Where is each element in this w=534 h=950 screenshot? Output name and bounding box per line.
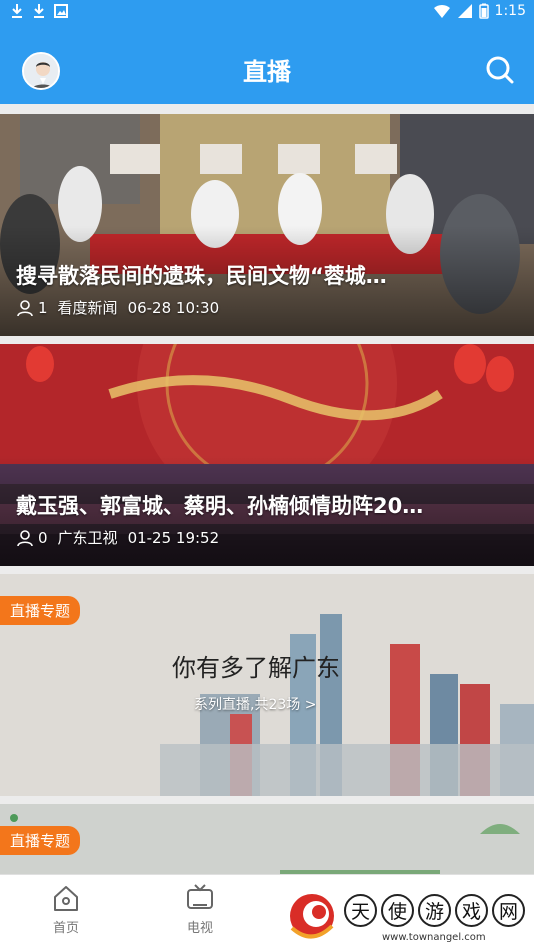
card-source: 看度新闻 — [57, 299, 118, 317]
watermark-url: www.townangel.com — [382, 932, 486, 943]
status-time: 1:15 — [494, 3, 526, 19]
status-bar: 1:15 — [0, 0, 534, 24]
topic-subtitle[interactable]: 系列直播,共23场 > — [194, 694, 316, 714]
card-source: 广东卫视 — [57, 529, 118, 547]
card-meta: 0 广东卫视 01-25 19:52 — [16, 527, 219, 548]
card-title: 搜寻散落民间的遗珠，民间文物“蓉城… — [16, 264, 387, 288]
view-count-value: 1 — [38, 298, 48, 317]
download-icon — [34, 4, 44, 18]
card-meta: 1 看度新闻 06-28 10:30 — [16, 297, 219, 318]
topic-card[interactable]: 直播专题 — [0, 804, 534, 874]
notification-icons — [10, 3, 68, 19]
live-card[interactable]: 搜寻散落民间的遗珠，民间文物“蓉城… 1 看度新闻 06-28 10:30 — [0, 114, 534, 336]
download-icon — [12, 4, 22, 18]
card-title: 戴玉强、郭富城、蔡明、孙楠倾情助阵20… — [16, 494, 424, 518]
topic-banner-image — [0, 804, 534, 874]
watermark-chars: 天 使 游 戏 网 — [344, 894, 525, 927]
view-count-value: 0 — [38, 528, 48, 547]
watermark-char: 戏 — [455, 894, 488, 927]
home-icon — [54, 886, 78, 911]
card-time: 01-25 19:52 — [127, 528, 220, 547]
view-count: 1 — [16, 299, 48, 317]
card-time: 06-28 10:30 — [127, 298, 220, 317]
system-icons: 1:15 — [433, 3, 526, 19]
page-title: 直播 — [243, 58, 291, 86]
signal-icon — [457, 4, 472, 18]
tv-icon — [187, 884, 213, 909]
app-bar: 直播 — [0, 24, 534, 104]
battery-icon — [478, 3, 489, 19]
watermark-logo-icon — [290, 894, 334, 939]
photo-icon — [54, 4, 68, 18]
topic-tag: 直播专题 — [0, 826, 81, 855]
watermark-char: 网 — [492, 894, 525, 927]
watermark-char: 游 — [418, 894, 451, 927]
live-card[interactable]: 戴玉强、郭富城、蔡明、孙楠倾情助阵20… 0 广东卫视 01-25 19:52 — [0, 344, 534, 566]
user-icon — [17, 529, 33, 546]
live-feed: 搜寻散落民间的遗珠，民间文物“蓉城… 1 看度新闻 06-28 10:30 戴玉… — [0, 104, 534, 874]
search-icon[interactable] — [484, 54, 516, 86]
topic-tag: 直播专题 — [0, 596, 81, 625]
nav-item-home[interactable]: 首页 — [31, 883, 101, 936]
nav-label: 首页 — [52, 921, 79, 936]
watermark-char: 使 — [381, 894, 414, 927]
topic-title: 你有多了解广东 — [172, 654, 340, 682]
nav-label: 电视 — [186, 921, 213, 936]
view-count: 0 — [16, 529, 48, 547]
watermark-char: 天 — [344, 894, 377, 927]
wifi-icon — [433, 4, 450, 18]
topic-card[interactable]: 直播专题 你有多了解广东 系列直播,共23场 > — [0, 574, 534, 796]
nav-item-tv[interactable]: 电视 — [165, 883, 235, 936]
user-icon — [17, 299, 33, 316]
watermark: 天 使 游 戏 网 www.townangel.com — [286, 890, 530, 948]
